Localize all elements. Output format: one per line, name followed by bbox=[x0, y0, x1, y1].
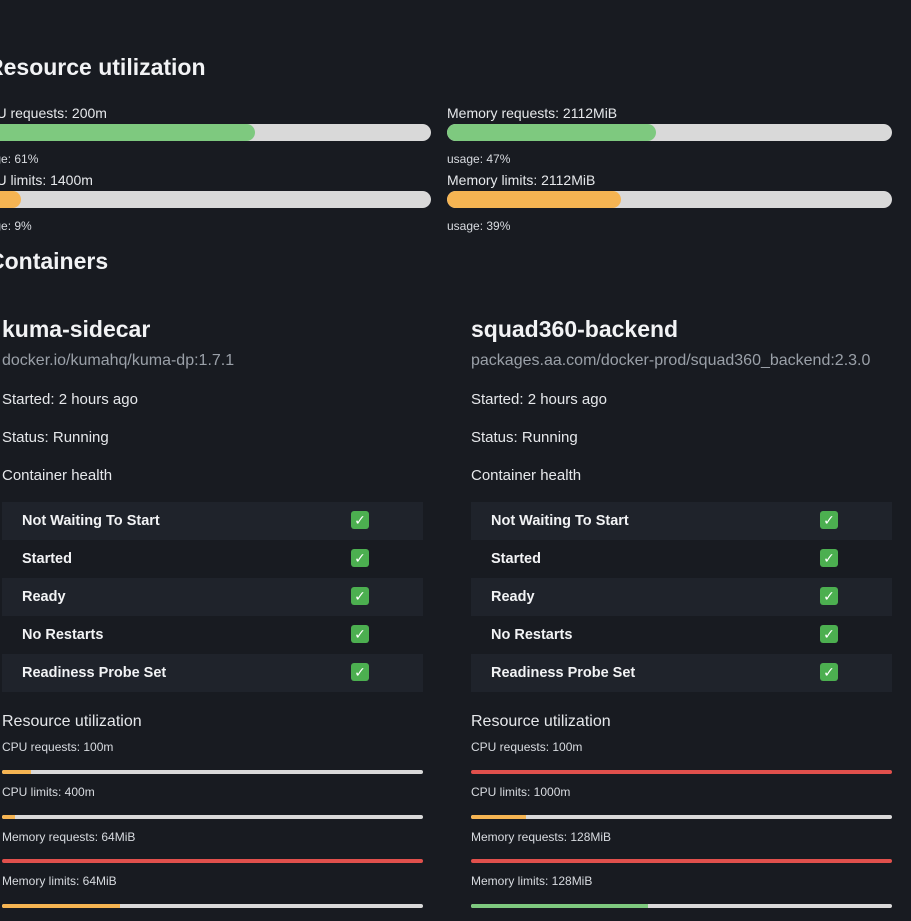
containers-title: Containers bbox=[0, 248, 109, 274]
health-label: No Restarts bbox=[491, 627, 573, 643]
health-row: No Restarts ✓ bbox=[2, 616, 423, 654]
cpu-limits-usage: usage: 9% bbox=[0, 219, 32, 233]
check-icon: ✓ bbox=[351, 549, 369, 567]
memory-requests-usage: usage: 47% bbox=[447, 152, 511, 166]
health-label: Not Waiting To Start bbox=[22, 513, 160, 529]
container-cpu-limits-bar bbox=[471, 815, 892, 819]
health-row: Readiness Probe Set ✓ bbox=[471, 654, 892, 692]
health-label: Started bbox=[22, 551, 72, 567]
health-label: Ready bbox=[22, 589, 66, 605]
container-memory-limits-bar bbox=[471, 904, 892, 908]
health-row: Not Waiting To Start ✓ bbox=[471, 502, 892, 540]
cpu-requests-label: CPU requests: 200m bbox=[0, 105, 107, 121]
check-icon: ✓ bbox=[351, 663, 369, 681]
container-cpu-requests-label: CPU requests: 100m bbox=[471, 740, 583, 754]
container-health-title: Container health bbox=[471, 467, 582, 484]
container-started: Started: 2 hours ago bbox=[471, 391, 607, 408]
container-cpu-requests-fill bbox=[2, 770, 32, 774]
check-icon: ✓ bbox=[820, 625, 838, 643]
container-status: Status: Running bbox=[471, 429, 578, 446]
container-cpu-limits-fill bbox=[471, 815, 526, 819]
memory-limits-fill bbox=[447, 191, 621, 208]
check-icon: ✓ bbox=[820, 587, 838, 605]
memory-limits-usage: usage: 39% bbox=[447, 219, 511, 233]
container-name: kuma-sidecar bbox=[2, 316, 151, 342]
health-row: Readiness Probe Set ✓ bbox=[2, 654, 423, 692]
container-started: Started: 2 hours ago bbox=[2, 391, 138, 408]
container-cpu-limits-label: CPU limits: 1000m bbox=[471, 785, 571, 799]
container-memory-limits-bar bbox=[2, 904, 423, 908]
container-image: docker.io/kumahq/kuma-dp:1.7.1 bbox=[2, 352, 235, 369]
memory-limits-label: Memory limits: 2112MiB bbox=[447, 172, 596, 188]
health-label: Readiness Probe Set bbox=[491, 665, 636, 681]
container-memory-limits-fill bbox=[2, 904, 120, 908]
cpu-requests-usage: usage: 61% bbox=[0, 152, 39, 166]
check-icon: ✓ bbox=[351, 511, 369, 529]
container-memory-limits-label: Memory limits: 128MiB bbox=[471, 874, 593, 888]
container-image: packages.aa.com/docker-prod/squad360_bac… bbox=[471, 352, 871, 369]
check-icon: ✓ bbox=[351, 587, 369, 605]
memory-limits-bar bbox=[447, 191, 892, 208]
container-cpu-limits-label: CPU limits: 400m bbox=[2, 785, 95, 799]
check-icon: ✓ bbox=[820, 511, 838, 529]
cpu-requests-fill bbox=[0, 124, 256, 141]
health-row: Started ✓ bbox=[2, 540, 423, 578]
container-cpu-requests-bar bbox=[471, 770, 892, 774]
container-cpu-requests-bar bbox=[2, 770, 423, 774]
health-row: Not Waiting To Start ✓ bbox=[2, 502, 423, 540]
health-label: Readiness Probe Set bbox=[22, 665, 167, 681]
health-label: No Restarts bbox=[22, 627, 104, 643]
cpu-requests-bar bbox=[0, 124, 431, 141]
health-row: No Restarts ✓ bbox=[471, 616, 892, 654]
container-memory-requests-bar bbox=[2, 859, 423, 863]
container-memory-limits-fill bbox=[471, 904, 648, 908]
container-memory-requests-fill bbox=[2, 859, 423, 863]
health-row: Started ✓ bbox=[471, 540, 892, 578]
cpu-limits-fill bbox=[0, 191, 21, 208]
container-cpu-requests-label: CPU requests: 100m bbox=[2, 740, 114, 754]
cpu-limits-bar bbox=[0, 191, 431, 208]
container-memory-requests-bar bbox=[471, 859, 892, 863]
container-cpu-limits-bar bbox=[2, 815, 423, 819]
container-resource-title: Resource utilization bbox=[471, 713, 611, 730]
health-label: Ready bbox=[491, 589, 535, 605]
memory-requests-label: Memory requests: 2112MiB bbox=[447, 105, 618, 121]
health-label: Started bbox=[491, 551, 541, 567]
memory-requests-bar bbox=[447, 124, 892, 141]
container-memory-requests-label: Memory requests: 128MiB bbox=[471, 830, 612, 844]
container-memory-requests-label: Memory requests: 64MiB bbox=[2, 830, 136, 844]
container-memory-requests-fill bbox=[471, 859, 892, 863]
cpu-limits-label: CPU limits: 1400m bbox=[0, 172, 93, 188]
container-status: Status: Running bbox=[2, 429, 109, 446]
health-label: Not Waiting To Start bbox=[491, 513, 629, 529]
memory-requests-fill bbox=[447, 124, 657, 141]
container-cpu-limits-fill bbox=[2, 815, 15, 819]
container-name: squad360-backend bbox=[471, 316, 679, 342]
container-resource-title: Resource utilization bbox=[2, 713, 142, 730]
container-health-title: Container health bbox=[2, 467, 113, 484]
check-icon: ✓ bbox=[820, 549, 838, 567]
resource-utilization-title: Resource utilization bbox=[0, 54, 206, 80]
container-memory-limits-label: Memory limits: 64MiB bbox=[2, 874, 117, 888]
check-icon: ✓ bbox=[820, 663, 838, 681]
health-row: Ready ✓ bbox=[471, 578, 892, 616]
check-icon: ✓ bbox=[351, 625, 369, 643]
health-row: Ready ✓ bbox=[2, 578, 423, 616]
container-cpu-requests-fill bbox=[471, 770, 892, 774]
